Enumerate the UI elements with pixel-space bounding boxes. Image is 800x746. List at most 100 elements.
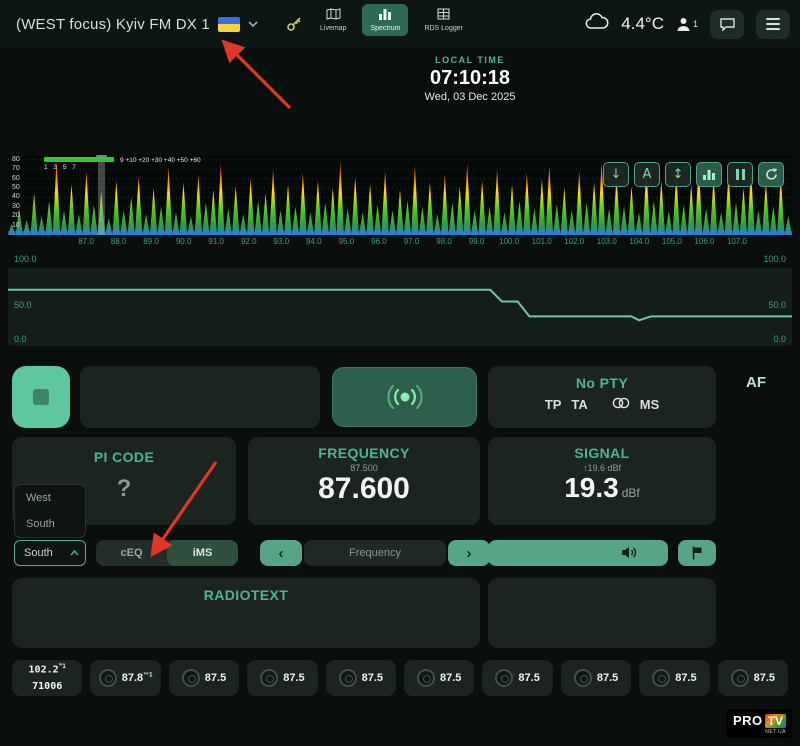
extra-info-card [488, 578, 716, 648]
key-icon[interactable] [286, 15, 303, 37]
protv-logo: PRO TV NET.UA [727, 709, 792, 738]
logo-tv-text: TV [765, 714, 786, 728]
preset-button-1[interactable]: 102.2™171006 [12, 660, 82, 696]
graph-label-100-left: 100.0 [14, 254, 37, 264]
spectrum-x-label: 87.0 [78, 237, 94, 246]
play-stop-button[interactable] [12, 366, 70, 428]
preset-frequency: 87.8™1 [122, 672, 153, 684]
spectrum-x-label: 99.0 [469, 237, 485, 246]
spectrum-x-axis: 87.088.089.090.091.092.093.094.095.096.0… [8, 236, 792, 249]
frequency-down-button[interactable]: ‹ [260, 540, 302, 566]
signal-history-graph[interactable]: 50.0 50.0 0.0 0.0 [8, 268, 792, 346]
spectrum-x-label: 103.0 [597, 237, 617, 246]
volume-slider[interactable] [488, 540, 668, 566]
preset-frequency: 87.5 [597, 672, 618, 684]
ta-flag: TA [571, 397, 587, 412]
station-logo-icon [495, 669, 513, 687]
chevron-down-icon[interactable] [248, 21, 258, 28]
spectrum-icon [378, 8, 392, 22]
nav-spectrum[interactable]: Spectrum [362, 4, 408, 36]
spectrum-x-label: 101.0 [532, 237, 552, 246]
preset-button-7[interactable]: 87.5 [482, 660, 552, 696]
spectrum-x-label: 89.0 [143, 237, 159, 246]
tp-flag: TP [545, 397, 562, 412]
nav-livemap-label: Livemap [320, 25, 346, 32]
preset-bar: 102.2™171006 87.8™1 87.5 87.5 87.5 87.5 87.5 87… [12, 660, 788, 696]
preset-frequency: 87.5 [362, 672, 383, 684]
spectrum-x-label: 102.0 [564, 237, 584, 246]
s-meter: 1 3 5 7 9 +10 +20 +30 +40 +50 +60 [44, 157, 114, 162]
antenna-select[interactable]: South [14, 540, 86, 566]
preset-frequency: 87.5 [675, 672, 696, 684]
preset-frequency: 87.5 [440, 672, 461, 684]
nav-rds-logger[interactable]: RDS Logger [416, 4, 471, 36]
hamburger-icon [766, 18, 780, 30]
antenna-option-west[interactable]: West [15, 485, 85, 511]
nav-livemap[interactable]: Livemap [312, 4, 354, 36]
station-logo-icon [652, 669, 670, 687]
spectrum-x-label: 97.0 [404, 237, 420, 246]
arrow-down-button[interactable]: ↓ [603, 162, 629, 187]
broadcast-icon [382, 382, 428, 412]
server-title[interactable]: (WEST focus) Kyiv FM DX 1 [16, 16, 210, 33]
spectrum-x-label: 92.0 [241, 237, 257, 246]
spectrum-x-label: 98.0 [436, 237, 452, 246]
preset-button-6[interactable]: 87.5 [404, 660, 474, 696]
report-flag-button[interactable] [678, 540, 716, 566]
preset-frequency: 87.5 [205, 672, 226, 684]
refresh-button[interactable] [758, 162, 784, 187]
preset-button-4[interactable]: 87.5 [247, 660, 317, 696]
preset-button-3[interactable]: 87.5 [169, 660, 239, 696]
stereo-icon [612, 397, 630, 412]
ms-flag: MS [640, 397, 660, 412]
frequency-up-button[interactable]: › [448, 540, 490, 566]
weather-cloud-icon [585, 13, 609, 35]
resize-button[interactable]: ↕ [665, 162, 691, 187]
logo-net-text: NET.UA [765, 729, 786, 735]
frequency-title: FREQUENCY [248, 445, 480, 461]
ceq-button[interactable]: cEQ [96, 540, 167, 566]
spectrum-x-label: 95.0 [339, 237, 355, 246]
preset-button-8[interactable]: 87.5 [561, 660, 631, 696]
spectrum-x-label: 105.0 [662, 237, 682, 246]
ims-button[interactable]: iMS [167, 540, 238, 566]
autoscale-button[interactable]: A [634, 162, 660, 187]
frequency-input[interactable] [304, 540, 446, 566]
spectrum-x-label: 94.0 [306, 237, 322, 246]
ukraine-flag-icon [218, 17, 240, 32]
preset-frequency: 87.5 [283, 672, 304, 684]
preset-button-2[interactable]: 87.8™1 [90, 660, 160, 696]
nav-rds-label: RDS Logger [424, 25, 463, 32]
af-list-title: AF [726, 374, 786, 391]
spectrum-plot[interactable]: 8070605040302010 1 3 5 7 9 +10 +20 +30 +… [8, 155, 792, 235]
station-logo-icon [182, 669, 200, 687]
pause-button[interactable] [727, 162, 753, 187]
map-icon [326, 8, 341, 22]
antenna-option-south[interactable]: South [15, 511, 85, 537]
stop-icon [33, 389, 49, 405]
preset-button-10[interactable]: 87.5 [718, 660, 788, 696]
chat-button[interactable] [710, 10, 744, 39]
graph-label-0-left: 0.0 [14, 334, 27, 344]
station-logo-icon [99, 669, 117, 687]
signal-value: 19.3dBf [488, 473, 716, 502]
menu-button[interactable] [756, 10, 790, 39]
s-meter-scale-low: 1 3 5 7 [44, 164, 114, 171]
graph-mode-button[interactable] [696, 162, 722, 187]
preset-button-9[interactable]: 87.5 [639, 660, 709, 696]
audio-stream-button[interactable] [332, 367, 477, 427]
signal-card: SIGNAL ↑19.6 dBf 19.3dBf [488, 437, 716, 525]
listeners[interactable]: 1 [676, 17, 698, 32]
station-logo-icon [417, 669, 435, 687]
radiotext-card: RADIOTEXT [12, 578, 480, 648]
spectrum-x-label: 88.0 [111, 237, 127, 246]
spectrum-analyzer[interactable]: 8070605040302010 1 3 5 7 9 +10 +20 +30 +… [8, 155, 792, 249]
frequency-card: FREQUENCY 87.500 87.600 [248, 437, 480, 525]
logo-pro-text: PRO [733, 713, 763, 728]
spectrum-x-label: 100.0 [499, 237, 519, 246]
temperature: 4.4°C [621, 14, 664, 34]
preset-frequency: 87.5 [518, 672, 539, 684]
preset-button-5[interactable]: 87.5 [326, 660, 396, 696]
person-icon [676, 17, 691, 32]
spectrum-toolbar: ↓ A ↕ [603, 162, 784, 187]
